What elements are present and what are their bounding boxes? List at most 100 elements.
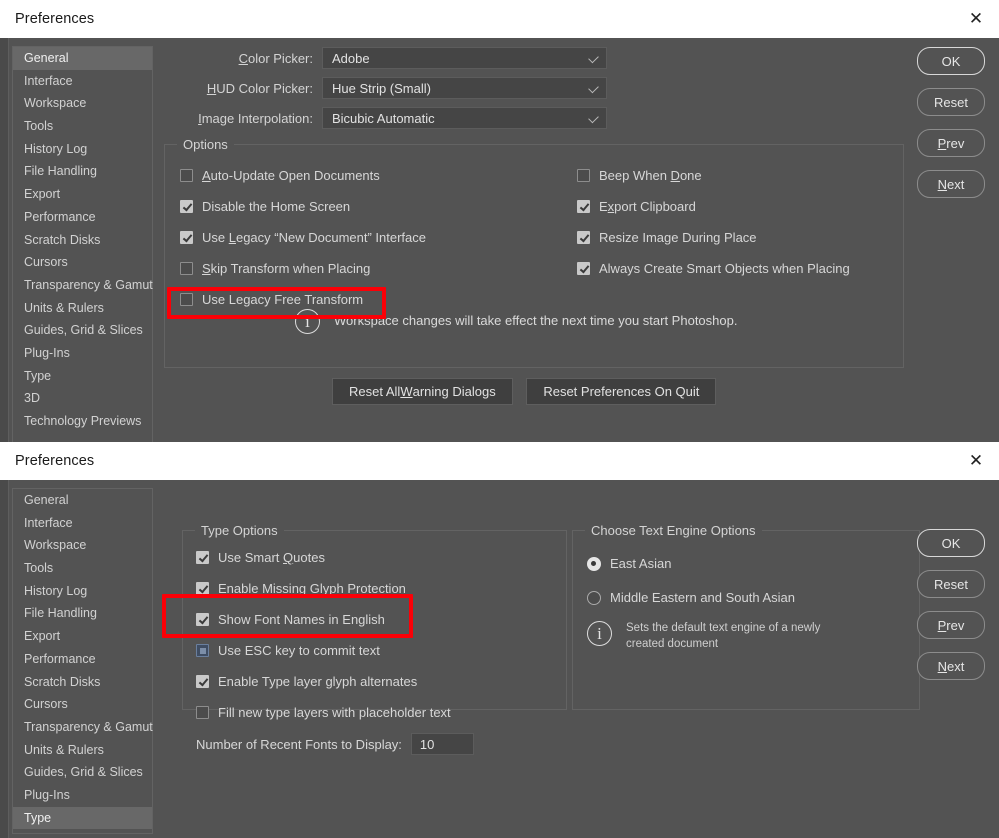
image-interpolation-select[interactable]: Bicubic Automatic (322, 107, 607, 129)
color-picker-select[interactable]: Adobe (322, 47, 607, 69)
preferences-category-list-general[interactable]: General Interface Workspace Tools Histor… (12, 46, 153, 444)
sidebar-item-file-handling[interactable]: File Handling (13, 160, 152, 183)
dialog-body-general: General Interface Workspace Tools Histor… (0, 38, 999, 450)
sidebar-item-plug-ins[interactable]: Plug-Ins (13, 342, 152, 365)
checkbox-box[interactable] (180, 262, 193, 275)
sidebar-item-workspace[interactable]: Workspace (13, 92, 152, 115)
checkbox-box[interactable] (180, 293, 193, 306)
checkbox-always-create-smart-objects[interactable]: Always Create Smart Objects when Placing (577, 258, 850, 279)
ok-button[interactable]: OK (917, 529, 985, 557)
sidebar-item-cursors[interactable]: Cursors (13, 693, 152, 716)
sidebar-item-interface[interactable]: Interface (13, 70, 152, 93)
color-picker-value: Adobe (332, 50, 370, 66)
checkbox-box[interactable] (577, 231, 590, 244)
checkbox-box[interactable] (196, 675, 209, 688)
checkbox-box[interactable] (180, 169, 193, 182)
sidebar-item-tools[interactable]: Tools (13, 557, 152, 580)
recent-fonts-input[interactable]: 10 (410, 733, 474, 755)
checkbox-box[interactable] (577, 262, 590, 275)
close-icon[interactable]: ✕ (953, 0, 999, 38)
checkbox-skip-transform-when-placing[interactable]: Skip Transform when Placing (180, 258, 426, 279)
checkbox-show-font-names-in-english[interactable]: Show Font Names in English (196, 609, 474, 630)
preferences-category-list-type[interactable]: General Interface Workspace Tools Histor… (12, 488, 153, 834)
sidebar-item-general[interactable]: General (13, 47, 152, 70)
radio-middle-eastern-south-asian[interactable]: Middle Eastern and South Asian (587, 587, 820, 608)
checkbox-label: Beep When Done (599, 168, 702, 183)
checkbox-box[interactable] (196, 706, 209, 719)
sidebar-item-workspace[interactable]: Workspace (13, 534, 152, 557)
sidebar-item-performance[interactable]: Performance (13, 206, 152, 229)
sidebar-item-history-log[interactable]: History Log (13, 580, 152, 603)
sidebar-item-guides-grid-slices[interactable]: Guides, Grid & Slices (13, 319, 152, 342)
checkbox-use-legacy-new-document-interface[interactable]: Use Legacy “New Document” Interface (180, 227, 426, 248)
ok-button[interactable]: OK (917, 47, 985, 75)
reset-preferences-on-quit-button[interactable]: Reset Preferences On Quit (526, 378, 717, 405)
checkbox-box[interactable] (180, 231, 193, 244)
prev-button[interactable]: Prev (917, 611, 985, 639)
sidebar-item-plug-ins[interactable]: Plug-Ins (13, 784, 152, 807)
checkbox-fill-new-type-layers-with-placeholder-text[interactable]: Fill new type layers with placeholder te… (196, 702, 474, 723)
checkbox-resize-image-during-place[interactable]: Resize Image During Place (577, 227, 850, 248)
checkbox-box[interactable] (196, 582, 209, 595)
checkbox-label: Fill new type layers with placeholder te… (218, 705, 451, 720)
sidebar-item-type[interactable]: Type (13, 365, 152, 388)
radio-button[interactable] (587, 556, 601, 571)
checkbox-enable-type-layer-glyph-alternates[interactable]: Enable Type layer glyph alternates (196, 671, 474, 692)
checkbox-label: Use Legacy “New Document” Interface (202, 230, 426, 245)
radio-east-asian[interactable]: East Asian (587, 553, 820, 574)
checkbox-label: Always Create Smart Objects when Placing (599, 261, 850, 276)
reset-all-warning-dialogs-button[interactable]: Reset All Warning Dialogs (332, 378, 513, 405)
checkbox-box[interactable] (196, 644, 209, 657)
sidebar-item-export[interactable]: Export (13, 183, 152, 206)
titlebar-type: Preferences ✕ (0, 442, 999, 480)
checkbox-box[interactable] (577, 200, 590, 213)
next-button[interactable]: Next (917, 652, 985, 680)
hud-color-picker-label: HUD Color Picker: (206, 80, 313, 96)
sidebar-item-interface[interactable]: Interface (13, 512, 152, 535)
sidebar-item-3d[interactable]: 3D (13, 387, 152, 410)
sidebar-item-type[interactable]: Type (13, 806, 152, 830)
workspace-info-text: Workspace changes will take effect the n… (334, 313, 738, 328)
reset-button[interactable]: Reset (917, 88, 985, 116)
close-icon[interactable]: ✕ (953, 442, 999, 480)
checkbox-label: Enable Type layer glyph alternates (218, 674, 418, 689)
sidebar-item-performance[interactable]: Performance (13, 648, 152, 671)
checkbox-disable-home-screen[interactable]: Disable the Home Screen (180, 196, 426, 217)
sidebar-item-tools[interactable]: Tools (13, 115, 152, 138)
checkbox-use-smart-quotes[interactable]: Use Smart Quotes (196, 547, 474, 568)
type-action-buttons: OK Reset Prev Next (917, 529, 985, 693)
sidebar-item-export[interactable]: Export (13, 625, 152, 648)
reset-button[interactable]: Reset (917, 570, 985, 598)
sidebar-item-guides-grid-slices[interactable]: Guides, Grid & Slices (13, 761, 152, 784)
hud-color-picker-select[interactable]: Hue Strip (Small) (322, 77, 607, 99)
sidebar-item-units-rulers[interactable]: Units & Rulers (13, 739, 152, 762)
checkbox-label: Resize Image During Place (599, 230, 757, 245)
sidebar-item-technology-previews[interactable]: Technology Previews (13, 410, 152, 433)
sidebar-item-cursors[interactable]: Cursors (13, 251, 152, 274)
checkbox-export-clipboard[interactable]: Export Clipboard (577, 196, 850, 217)
checkbox-label: Use Smart Quotes (218, 550, 325, 565)
sidebar-item-file-handling[interactable]: File Handling (13, 602, 152, 625)
next-button[interactable]: Next (917, 170, 985, 198)
checkbox-box[interactable] (577, 169, 590, 182)
info-icon: i (587, 621, 612, 646)
checkbox-box[interactable] (180, 200, 193, 213)
checkbox-label: Use ESC key to commit text (218, 643, 380, 658)
sidebar-item-scratch-disks[interactable]: Scratch Disks (13, 671, 152, 694)
checkbox-beep-when-done[interactable]: Beep When Done (577, 165, 850, 186)
checkbox-use-legacy-free-transform[interactable]: Use Legacy Free Transform (180, 289, 426, 310)
sidebar-item-scratch-disks[interactable]: Scratch Disks (13, 229, 152, 252)
checkbox-box[interactable] (196, 551, 209, 564)
sidebar-item-transparency-gamut[interactable]: Transparency & Gamut (13, 716, 153, 739)
sidebar-item-transparency-gamut[interactable]: Transparency & Gamut (13, 274, 153, 297)
radio-button[interactable] (587, 590, 601, 605)
checkbox-box[interactable] (196, 613, 209, 626)
sidebar-item-general[interactable]: General (13, 489, 152, 512)
checkbox-enable-missing-glyph-protection[interactable]: Enable Missing Glyph Protection (196, 578, 474, 599)
sidebar-item-history-log[interactable]: History Log (13, 138, 152, 161)
workspace-info-row: i Workspace changes will take effect the… (295, 309, 895, 334)
checkbox-use-esc-key-to-commit-text[interactable]: Use ESC key to commit text (196, 640, 474, 661)
checkbox-auto-update-open-documents[interactable]: Auto-Update Open Documents (180, 165, 426, 186)
prev-button[interactable]: Prev (917, 129, 985, 157)
sidebar-item-units-rulers[interactable]: Units & Rulers (13, 297, 152, 320)
